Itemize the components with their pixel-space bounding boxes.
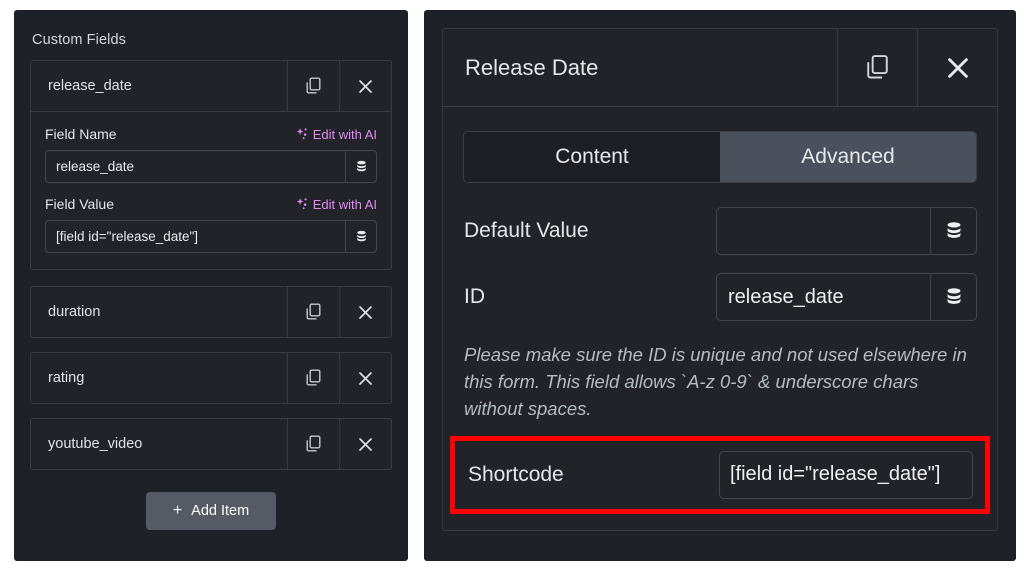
shortcode-row: Shortcode [field id="release_date"] (467, 450, 973, 499)
field-name-head: Field Name Edit with AI (45, 126, 377, 142)
edit-with-ai-label: Edit with AI (312, 196, 377, 212)
sparkle-icon (295, 127, 309, 141)
dynamic-data-button-id[interactable] (930, 274, 976, 320)
id-helper-text: Please make sure the ID is unique and no… (464, 344, 967, 420)
copy-icon (305, 77, 322, 95)
default-value-label: Default Value (464, 219, 589, 242)
repeater-item-label: release_date (48, 78, 132, 94)
edit-with-ai-field-name[interactable]: Edit with AI (295, 127, 377, 142)
tab-advanced[interactable]: Advanced (720, 132, 976, 182)
repeater-item-label: youtube_video (48, 436, 143, 452)
field-value-input[interactable]: [field id="release_date"] (46, 221, 345, 252)
remove-item-button[interactable] (339, 419, 391, 469)
shortcode-label: Shortcode (468, 462, 564, 486)
add-item-button[interactable]: + Add Item (146, 492, 276, 530)
copy-icon (305, 369, 322, 387)
field-settings-panel: Release Date Content Advanced Default Va… (424, 10, 1016, 561)
repeater-row[interactable]: release_date (30, 60, 392, 112)
add-item-label: Add Item (191, 503, 250, 519)
database-icon (355, 160, 368, 174)
field-name-input-group[interactable]: release_date (45, 150, 377, 183)
remove-item-button[interactable] (339, 287, 391, 337)
database-icon (944, 287, 964, 308)
custom-fields-panel: Custom Fields release_date Field Name Ed… (14, 10, 408, 561)
default-value-input[interactable] (717, 208, 930, 254)
field-name-label: Field Name (45, 126, 117, 142)
dynamic-data-button-field-name[interactable] (345, 151, 376, 182)
repeater-row[interactable]: youtube_video (30, 418, 392, 470)
repeater-row[interactable]: duration (30, 286, 392, 338)
close-icon (357, 436, 374, 453)
repeater-item-label: duration (48, 304, 101, 320)
dynamic-data-button-field-value[interactable] (345, 221, 376, 252)
field-value-label: Field Value (45, 196, 115, 212)
duplicate-item-button[interactable] (287, 353, 339, 403)
field-value-head: Field Value Edit with AI (45, 196, 377, 212)
settings-tabs: Content Advanced (463, 131, 977, 183)
close-icon (357, 78, 374, 95)
repeater-item-body: Field Name Edit with AI release_date Fie… (30, 112, 392, 270)
field-settings-body: Content Advanced Default Value ID releas… (442, 107, 998, 531)
edit-with-ai-label: Edit with AI (312, 126, 377, 142)
dynamic-data-button-default-value[interactable] (930, 208, 976, 254)
close-icon (945, 55, 971, 81)
close-field-button[interactable] (917, 29, 997, 106)
shortcode-input[interactable]: [field id="release_date"] (719, 450, 973, 499)
shortcode-highlight: Shortcode [field id="release_date"] (450, 435, 990, 514)
plus-icon: + (172, 502, 183, 519)
repeater-item-label: rating (48, 370, 85, 386)
remove-item-button[interactable] (339, 353, 391, 403)
panel-title: Custom Fields (32, 32, 126, 48)
screenshot-root: Custom Fields release_date Field Name Ed… (0, 0, 1024, 571)
database-icon (944, 221, 964, 242)
id-input[interactable]: release_date (717, 274, 930, 320)
field-value-input-group[interactable]: [field id="release_date"] (45, 220, 377, 253)
duplicate-item-button[interactable] (287, 287, 339, 337)
field-settings-title: Release Date (465, 54, 599, 80)
copy-icon (305, 303, 322, 321)
edit-with-ai-field-value[interactable]: Edit with AI (295, 197, 377, 212)
copy-icon (305, 435, 322, 453)
default-value-input-group[interactable] (716, 207, 977, 255)
id-input-group[interactable]: release_date (716, 273, 977, 321)
default-value-row: Default Value (463, 207, 977, 255)
close-icon (357, 304, 374, 321)
duplicate-item-button[interactable] (287, 61, 339, 111)
field-name-input[interactable]: release_date (46, 151, 345, 182)
close-icon (357, 370, 374, 387)
copy-icon (865, 54, 890, 81)
tab-content[interactable]: Content (464, 132, 720, 182)
remove-item-button[interactable] (339, 61, 391, 111)
id-label: ID (464, 285, 485, 308)
repeater-row[interactable]: rating (30, 352, 392, 404)
field-settings-header: Release Date (442, 28, 998, 107)
add-item-row: + Add Item (30, 492, 392, 530)
duplicate-item-button[interactable] (287, 419, 339, 469)
sparkle-icon (295, 197, 309, 211)
id-row: ID release_date (463, 273, 977, 321)
database-icon (355, 230, 368, 244)
duplicate-field-button[interactable] (837, 29, 917, 106)
